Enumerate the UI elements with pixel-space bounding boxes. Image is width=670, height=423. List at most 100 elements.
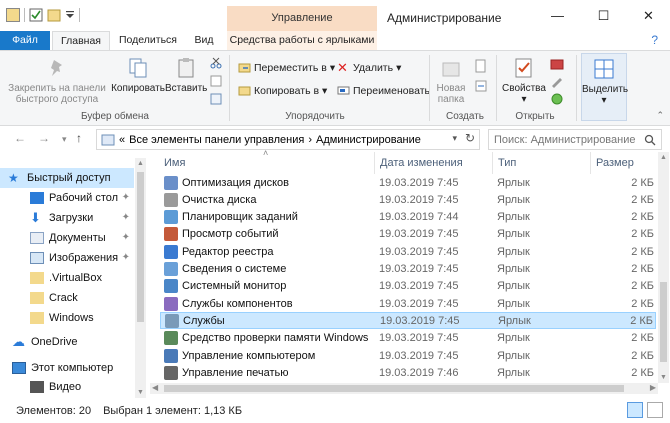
nav-item-pictures[interactable]: Изображения ✦ bbox=[0, 248, 134, 268]
nav-item-onedrive[interactable]: ☁ OneDrive bbox=[0, 332, 134, 352]
scroll-left-icon[interactable]: ◀ bbox=[152, 383, 158, 392]
tab-share[interactable]: Поделиться bbox=[112, 31, 184, 50]
pin-icon[interactable]: ✦ bbox=[122, 212, 130, 223]
table-row[interactable]: Редактор реестра 19.03.2019 7:45 Ярлык 2 КБ bbox=[160, 243, 656, 260]
breadcrumb-overflow[interactable]: « bbox=[119, 134, 125, 146]
details-view-icon[interactable] bbox=[627, 402, 643, 418]
table-row[interactable]: Управление компьютером 19.03.2019 7:45 Ярл… bbox=[160, 347, 656, 364]
scroll-down-icon[interactable]: ▼ bbox=[660, 374, 667, 381]
copy-path-icon[interactable] bbox=[210, 75, 222, 87]
nav-item-this-pc[interactable]: Этот компьютер bbox=[0, 358, 134, 378]
breadcrumb-administration[interactable]: Администрирование bbox=[316, 134, 421, 146]
forward-arrow-icon[interactable]: → bbox=[38, 131, 50, 145]
column-name[interactable]: Имя bbox=[164, 157, 185, 169]
properties-check-icon[interactable] bbox=[29, 8, 43, 22]
close-button[interactable]: ✕ bbox=[626, 0, 670, 31]
paste-button[interactable]: Вставить bbox=[165, 57, 207, 94]
tab-home[interactable]: Главная bbox=[52, 31, 110, 50]
open-icon[interactable] bbox=[550, 58, 564, 70]
nav-item-downloads[interactable]: ⬇ Загрузки ✦ bbox=[0, 208, 134, 228]
nav-scrollbar[interactable]: ▲ ▼ bbox=[135, 158, 146, 398]
file-list-v-scrollbar[interactable]: ▲ ▼ bbox=[658, 152, 669, 383]
paste-shortcut-icon[interactable] bbox=[210, 93, 222, 105]
scroll-down-icon[interactable]: ▼ bbox=[137, 389, 144, 396]
breadcrumb-control-panel[interactable]: Все элементы панели управления bbox=[129, 134, 304, 146]
pin-icon[interactable]: ✦ bbox=[122, 192, 130, 203]
search-input[interactable]: Поиск: Администрирование bbox=[488, 129, 662, 150]
edit-icon[interactable] bbox=[550, 76, 564, 88]
documents-icon bbox=[30, 232, 44, 244]
recent-chevron-icon[interactable]: ▾ bbox=[62, 134, 67, 145]
table-row[interactable]: Сведения о системе 19.03.2019 7:45 Ярлык 2 … bbox=[160, 261, 656, 278]
breadcrumb-separator[interactable]: › bbox=[308, 134, 312, 146]
properties-button[interactable]: Свойства ▾ bbox=[499, 57, 549, 105]
file-size: 2 КБ bbox=[631, 366, 654, 379]
refresh-icon[interactable]: ↻ bbox=[465, 131, 475, 145]
nav-scrollbar-thumb[interactable] bbox=[137, 172, 144, 322]
copy-to-button[interactable]: Копировать в ▾ bbox=[238, 84, 327, 97]
column-date[interactable]: Дата изменения bbox=[380, 157, 463, 169]
maximize-button[interactable]: ☐ bbox=[581, 0, 626, 31]
back-arrow-icon[interactable]: ← bbox=[14, 131, 26, 145]
shortcut-icon bbox=[164, 244, 178, 259]
paste-label: Вставить bbox=[165, 83, 208, 94]
collapse-ribbon-icon[interactable]: ⌃ bbox=[656, 110, 664, 121]
table-row[interactable]: Управление печатью 19.03.2019 7:46 Ярлык 2 … bbox=[160, 364, 656, 381]
chevron-down-icon[interactable]: ▾ bbox=[452, 133, 457, 144]
scroll-up-icon[interactable]: ▲ bbox=[137, 160, 144, 167]
pin-icon[interactable]: ✦ bbox=[122, 252, 130, 263]
new-item-icon[interactable] bbox=[474, 59, 488, 73]
move-to-button[interactable]: Переместить в ▾ bbox=[238, 61, 335, 74]
nav-item-desktop[interactable]: Рабочий стол ✦ bbox=[0, 188, 134, 208]
select-button[interactable]: Выделить ▾ bbox=[581, 53, 628, 121]
new-folder-label: Новая папка bbox=[436, 83, 466, 105]
new-folder-icon[interactable] bbox=[47, 8, 61, 22]
tab-shortcut-tools[interactable]: Средства работы с ярлыками bbox=[227, 31, 377, 50]
customize-qat-icon[interactable] bbox=[65, 8, 75, 22]
table-row[interactable]: Службы 19.03.2019 7:45 Ярлык 2 КБ bbox=[160, 312, 656, 330]
tab-file[interactable]: Файл bbox=[0, 31, 50, 50]
table-row[interactable]: Системный монитор 19.03.2019 7:45 Ярлык 2 К… bbox=[160, 278, 656, 295]
table-row[interactable]: Оптимизация дисков 19.03.2019 7:45 Ярлык 2 … bbox=[160, 174, 656, 191]
nav-item-crack[interactable]: Crack bbox=[0, 288, 134, 308]
address-bar[interactable]: « Все элементы панели управления › Админ… bbox=[96, 129, 480, 150]
nav-item-videos[interactable]: Видео bbox=[0, 377, 134, 397]
help-icon[interactable]: ? bbox=[651, 33, 658, 47]
nav-item-virtualbox[interactable]: .VirtualBox bbox=[0, 268, 134, 288]
nav-item-quick-access[interactable]: ★ Быстрый доступ bbox=[0, 168, 134, 188]
file-list-h-scrollbar[interactable]: ◀ ▶ bbox=[150, 383, 658, 394]
nav-item-windows[interactable]: Windows bbox=[0, 308, 134, 328]
nav-item-label: Быстрый доступ bbox=[27, 172, 111, 184]
table-row[interactable]: Очистка диска 19.03.2019 7:45 Ярлык 2 КБ bbox=[160, 191, 656, 208]
v-scrollbar-thumb[interactable] bbox=[660, 282, 667, 362]
column-type[interactable]: Тип bbox=[498, 157, 516, 169]
easy-access-icon[interactable] bbox=[474, 79, 488, 93]
tab-view[interactable]: Вид bbox=[186, 31, 222, 50]
table-row[interactable]: Планировщик заданий 19.03.2019 7:44 Ярлык 2… bbox=[160, 209, 656, 226]
large-icons-view-icon[interactable] bbox=[647, 402, 663, 418]
delete-button[interactable]: ✕ Удалить ▾ bbox=[337, 61, 401, 74]
rename-button[interactable]: Переименовать bbox=[337, 84, 430, 97]
minimize-button[interactable]: — bbox=[535, 0, 580, 31]
file-date: 19.03.2019 7:45 bbox=[379, 245, 459, 258]
new-folder-button[interactable]: Новая папка bbox=[433, 57, 469, 105]
table-row[interactable]: Средство проверки памяти Windows 19.03.20… bbox=[160, 330, 656, 347]
pin-icon[interactable]: ✦ bbox=[122, 232, 130, 243]
file-date: 19.03.2019 7:45 bbox=[379, 176, 459, 189]
h-scrollbar-thumb[interactable] bbox=[164, 385, 624, 392]
scroll-up-icon[interactable]: ▲ bbox=[660, 154, 667, 161]
history-icon[interactable] bbox=[550, 93, 564, 105]
copy-to-label: Копировать в bbox=[254, 84, 320, 97]
download-arrow-icon: ⬇ bbox=[30, 210, 41, 225]
table-row[interactable]: Службы компонентов 19.03.2019 7:45 Ярлык 2 … bbox=[160, 295, 656, 312]
scroll-right-icon[interactable]: ▶ bbox=[650, 383, 656, 392]
column-size[interactable]: Размер bbox=[596, 157, 634, 169]
cut-icon[interactable] bbox=[210, 57, 222, 69]
file-date: 19.03.2019 7:45 bbox=[379, 263, 459, 275]
nav-item-documents[interactable]: Документы ✦ bbox=[0, 228, 134, 248]
table-row[interactable]: Просмотр событий 19.03.2019 7:45 Ярлык 2 КБ bbox=[160, 226, 656, 243]
up-arrow-icon[interactable]: ↑ bbox=[76, 131, 82, 145]
pin-quick-access-button[interactable]: Закрепить на панели быстрого доступа bbox=[6, 57, 108, 105]
pictures-icon bbox=[30, 252, 44, 264]
copy-button[interactable]: Копировать bbox=[110, 57, 166, 94]
